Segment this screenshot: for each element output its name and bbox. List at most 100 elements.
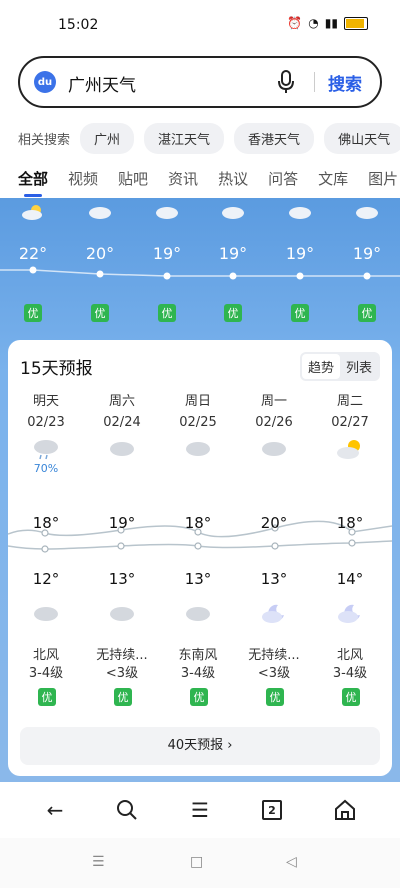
tab-library[interactable]: 文库 <box>318 168 348 189</box>
trend-toggle[interactable]: 趋势 <box>301 354 340 379</box>
tab-news[interactable]: 资讯 <box>168 168 198 189</box>
tab-all[interactable]: 全部 <box>18 168 48 197</box>
wind-direction: 北风 <box>32 648 59 663</box>
cloud-icon <box>186 607 210 621</box>
cloud-icon <box>186 442 210 456</box>
cloud-icon <box>110 442 134 456</box>
weather-widget: 22° 优 20° 优 19° 优 19° 优 19° 优 19° 优 15天预… <box>0 198 400 782</box>
hourly-temp: 20° <box>85 244 115 263</box>
related-chip[interactable]: 佛山天气 <box>324 122 400 154</box>
day-date: 02/25 <box>179 415 217 430</box>
search-box[interactable]: du 广州天气 搜索 <box>18 56 382 108</box>
status-time: 15:02 <box>58 17 99 33</box>
forecast-title: 15天预报 <box>20 359 93 379</box>
search-button[interactable]: 搜索 <box>328 70 362 95</box>
battery-icon <box>344 16 368 30</box>
day-date: 02/23 <box>27 415 65 430</box>
status-icons: ⏰ ◔ ▮▮ <box>287 16 368 30</box>
home-square-icon[interactable]: □ <box>190 854 203 870</box>
day-name: 周二 <box>336 394 363 409</box>
cloud-icon <box>289 207 311 219</box>
tab-images[interactable]: 图片 <box>368 168 398 189</box>
status-bar: 15:02 ⏰ ◔ ▮▮ <box>0 0 400 50</box>
back-icon[interactable]: ← <box>40 796 70 824</box>
microphone-icon[interactable] <box>276 70 296 94</box>
hourly-temp: 22° <box>18 244 48 263</box>
back-triangle-icon[interactable]: ◁ <box>286 854 297 870</box>
forty-day-forecast-button[interactable]: 40天预报 › <box>20 727 380 765</box>
aqi-badge: 优 <box>190 688 208 706</box>
related-label: 相关搜索 <box>18 132 71 148</box>
high-temp: 20° <box>260 514 288 532</box>
aqi-badge: 优 <box>38 688 56 706</box>
wind-level: <3级 <box>257 666 291 681</box>
alarm-icon: ⏰ <box>287 16 303 30</box>
forecast-day[interactable]: 周二 02/27 18° 14° 北风 3-4级 优 <box>312 390 388 706</box>
partly-sunny-icon <box>337 440 360 459</box>
rain-cloud-icon <box>34 440 58 460</box>
day-name: 周日 <box>184 394 211 409</box>
wind-level: <3级 <box>105 666 139 681</box>
top-area: du 广州天气 搜索 相关搜索 广州 湛江天气 香港天气 佛山天气 全部 视频 … <box>0 50 400 198</box>
tab-qa[interactable]: 问答 <box>268 168 298 189</box>
forecast-day[interactable]: 周一 02/26 20° 13° 无持续... <3级 优 <box>236 390 312 706</box>
day-name: 明天 <box>32 394 59 409</box>
precipitation-chance: 70% <box>33 462 59 475</box>
browser-bottom-nav: ← ☰ 2 <box>0 782 400 838</box>
search-icon[interactable] <box>112 796 142 824</box>
wind-level: 3-4级 <box>180 666 216 681</box>
cloud-icon <box>156 207 178 219</box>
aqi-badge: 优 <box>358 304 376 322</box>
forecast-day[interactable]: 周六 02/24 19° 13° 无持续... <3级 优 <box>84 390 160 706</box>
tab-tieba[interactable]: 贴吧 <box>118 168 148 189</box>
recent-apps-icon[interactable]: ☰ <box>92 854 105 870</box>
home-icon[interactable] <box>330 796 360 824</box>
high-temp: 18° <box>32 514 60 532</box>
day-date: 02/26 <box>255 415 293 430</box>
tab-count: 2 <box>262 800 282 820</box>
aqi-badge: 优 <box>291 304 309 322</box>
cloud-icon <box>34 607 58 621</box>
related-chip[interactable]: 广州 <box>80 122 135 154</box>
wind-direction: 东南风 <box>178 648 218 663</box>
hourly-temp: 19° <box>285 244 315 263</box>
wind-direction: 无持续... <box>96 648 148 663</box>
wind-level: 3-4级 <box>332 666 368 681</box>
low-temp: 13° <box>108 570 136 588</box>
high-temp: 19° <box>108 514 136 532</box>
tab-video[interactable]: 视频 <box>68 168 98 189</box>
related-chip[interactable]: 湛江天气 <box>144 122 225 154</box>
related-chip[interactable]: 香港天气 <box>234 122 315 154</box>
low-temp: 14° <box>336 570 364 588</box>
signal-icon: ▮▮ <box>324 16 338 30</box>
moon-cloud-icon <box>338 604 360 623</box>
high-temp: 18° <box>184 514 212 532</box>
aqi-badge: 优 <box>91 304 109 322</box>
forecast-day[interactable]: 周日 02/25 18° 13° 东南风 3-4级 优 <box>160 390 236 706</box>
wind-direction: 北风 <box>336 648 363 663</box>
aqi-badge: 优 <box>114 688 132 706</box>
forecast-day[interactable]: 明天 02/23 70% 18° 12° 北风 3-4级 优 <box>8 390 84 706</box>
hourly-temp: 19° <box>152 244 182 263</box>
forecast-card: 15天预报 趋势 列表 明天 02/23 70% 18° 12° 北风 3-4级… <box>8 340 392 776</box>
related-searches: 相关搜索 广州 湛江天气 香港天气 佛山天气 <box>18 122 400 154</box>
hourly-temp: 19° <box>352 244 382 263</box>
wind-level: 3-4级 <box>28 666 64 681</box>
list-toggle[interactable]: 列表 <box>340 354 378 379</box>
system-nav-bar: ☰ □ ◁ <box>0 838 400 888</box>
high-temp: 18° <box>336 514 364 532</box>
search-input[interactable]: 广州天气 <box>68 71 136 96</box>
view-toggle: 趋势 列表 <box>299 352 380 381</box>
low-temp: 13° <box>260 570 288 588</box>
day-name: 周六 <box>108 394 135 409</box>
partly-sunny-icon <box>22 205 42 220</box>
aqi-badge: 优 <box>224 304 242 322</box>
aqi-badge: 优 <box>342 688 360 706</box>
menu-icon[interactable]: ☰ <box>185 796 215 824</box>
day-date: 02/24 <box>103 415 141 430</box>
tab-discussion[interactable]: 热议 <box>218 168 248 189</box>
aqi-badge: 优 <box>158 304 176 322</box>
search-divider <box>314 72 315 92</box>
hourly-temp: 19° <box>218 244 248 263</box>
tabs-button[interactable]: 2 <box>257 796 287 824</box>
